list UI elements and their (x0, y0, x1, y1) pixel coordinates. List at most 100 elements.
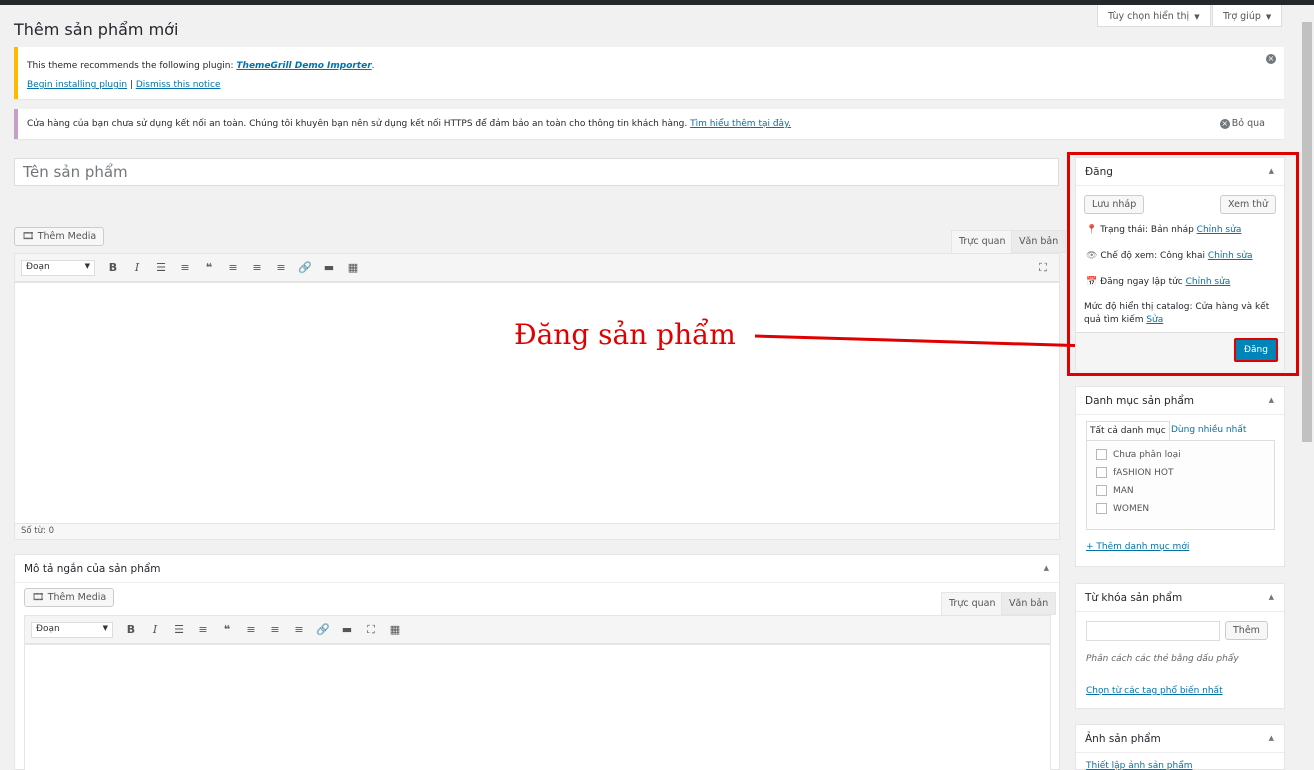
short-desc-toolbar: Đoạn ▼ B I ☰ ≡ ❝ ≡ ≡ ≡ 🔗 ▬ ⛶ ▦ (24, 615, 1051, 644)
tab-all-categories[interactable]: Tất cả danh mục (1086, 421, 1170, 440)
short-description-box: Mô tả ngắn của sản phẩm ▲ 🎞 Thêm Media Tr… (14, 554, 1060, 770)
set-product-image-link[interactable]: Thiết lập ảnh sản phẩm (1086, 761, 1192, 770)
bullet-list-icon[interactable]: ☰ (149, 261, 173, 274)
checkbox[interactable] (1096, 467, 1107, 478)
category-label: WOMEN (1113, 504, 1150, 514)
plugin-name-link[interactable]: ThemeGrill Demo Importer (236, 61, 371, 71)
caret-down-icon: ▼ (1265, 13, 1272, 21)
plugin-notice-message: This theme recommends the following plug… (27, 61, 237, 71)
https-notice-text: Cửa hàng của bạn chưa sử dụng kết nối an… (27, 119, 791, 129)
align-left-icon[interactable]: ≡ (221, 261, 245, 274)
short-description-header[interactable]: Mô tả ngắn của sản phẩm ▲ (15, 555, 1059, 583)
italic-icon[interactable]: I (125, 261, 149, 274)
format-select-value: Đoạn (36, 623, 60, 634)
blockquote-icon[interactable]: ❝ (197, 261, 221, 274)
close-icon[interactable]: × (1266, 54, 1276, 64)
category-item[interactable]: MAN (1096, 485, 1265, 503)
collapse-arrow-icon[interactable]: ▲ (1269, 734, 1274, 742)
add-tag-button[interactable]: Thêm (1225, 621, 1268, 640)
category-label: fASHION HOT (1113, 468, 1174, 478)
plugin-notice-actions: Begin installing plugin | Dismiss this n… (27, 80, 220, 90)
numbered-list-icon[interactable]: ≡ (173, 261, 197, 274)
skip-notice-button[interactable]: × Bỏ qua (1219, 118, 1265, 129)
product-title-input[interactable]: Tên sản phẩm (14, 158, 1059, 186)
italic-icon[interactable]: I (143, 623, 167, 636)
numbered-list-icon[interactable]: ≡ (191, 623, 215, 636)
tags-hint: Phân cách các thẻ bằng dấu phẩy (1086, 654, 1239, 664)
checkbox[interactable] (1096, 503, 1107, 514)
media-icon: 🎞 (22, 231, 35, 242)
add-category-link[interactable]: + Thêm danh mục mới (1086, 542, 1189, 552)
category-item[interactable]: fASHION HOT (1096, 467, 1265, 485)
tag-input[interactable] (1086, 621, 1220, 641)
https-notice: Cửa hàng của bạn chưa sử dụng kết nối an… (14, 109, 1284, 139)
format-select[interactable]: Đoạn ▼ (21, 259, 95, 276)
add-media-button-2[interactable]: 🎞 Thêm Media (24, 588, 115, 607)
align-center-icon[interactable]: ≡ (245, 261, 269, 274)
screen-options-tab[interactable]: Tùy chọn hiển thị ▼ (1097, 5, 1211, 27)
product-title-placeholder: Tên sản phẩm (23, 163, 128, 181)
separator: | (129, 80, 133, 90)
collapse-arrow-icon[interactable]: ▲ (1044, 564, 1049, 572)
link-icon[interactable]: 🔗 (293, 261, 317, 274)
align-center-icon[interactable]: ≡ (263, 623, 287, 636)
screen-options-label: Tùy chọn hiển thị (1108, 11, 1190, 22)
categories-box: Danh mục sản phẩm ▲ Tất cả danh mục Dùng … (1075, 386, 1285, 567)
read-more-icon[interactable]: ▬ (335, 623, 359, 636)
dismiss-notice-link[interactable]: Dismiss this notice (136, 80, 221, 90)
annotation-label: Đăng sản phẩm (514, 318, 736, 351)
category-label: Chưa phân loại (1113, 450, 1181, 460)
tags-title: Từ khóa sản phẩm (1085, 592, 1183, 604)
word-count: Số từ: 0 (14, 524, 1060, 540)
tab-visual-2[interactable]: Trực quan (941, 592, 1004, 615)
format-select-value: Đoạn (26, 261, 50, 272)
fullscreen-icon[interactable]: ⛶ (1031, 261, 1055, 275)
categories-header[interactable]: Danh mục sản phẩm ▲ (1076, 387, 1284, 415)
collapse-arrow-icon[interactable]: ▲ (1269, 593, 1274, 601)
add-media-label: Thêm Media (47, 592, 107, 603)
caret-down-icon: ▼ (1194, 13, 1200, 21)
align-left-icon[interactable]: ≡ (239, 623, 263, 636)
add-media-button[interactable]: 🎞 Thêm Media (14, 227, 105, 246)
product-image-box: Ảnh sản phẩm ▲ Thiết lập ảnh sản phẩm (1075, 724, 1285, 770)
link-icon[interactable]: 🔗 (311, 623, 335, 636)
media-icon: 🎞 (32, 592, 45, 603)
align-right-icon[interactable]: ≡ (287, 623, 311, 636)
categories-title: Danh mục sản phẩm (1085, 395, 1195, 407)
tab-text-2[interactable]: Văn bản (1001, 592, 1057, 615)
tab-popular-categories[interactable]: Dùng nhiều nhất (1171, 425, 1246, 435)
product-image-title: Ảnh sản phẩm (1085, 733, 1161, 745)
toolbar-toggle-icon[interactable]: ▦ (341, 261, 365, 274)
scrollbar-thumb[interactable] (1302, 22, 1312, 442)
fullscreen-icon[interactable]: ⛶ (359, 623, 383, 637)
product-image-header[interactable]: Ảnh sản phẩm ▲ (1076, 725, 1284, 753)
https-notice-message: Cửa hàng của bạn chưa sử dụng kết nối an… (27, 119, 691, 129)
format-select[interactable]: Đoạn ▼ (31, 621, 113, 638)
chevron-down-icon: ▼ (84, 261, 90, 270)
popular-tags-link[interactable]: Chọn từ các tag phổ biến nhất (1086, 686, 1223, 696)
bullet-list-icon[interactable]: ☰ (167, 623, 191, 636)
checkbox[interactable] (1096, 485, 1107, 496)
tab-visual[interactable]: Trực quan (951, 230, 1014, 253)
help-label: Trợ giúp (1223, 11, 1261, 22)
blockquote-icon[interactable]: ❝ (215, 623, 239, 636)
read-more-icon[interactable]: ▬ (317, 261, 341, 274)
checkbox[interactable] (1096, 449, 1107, 460)
toolbar-toggle-icon[interactable]: ▦ (383, 623, 407, 636)
plugin-notice-text: This theme recommends the following plug… (27, 61, 375, 71)
align-right-icon[interactable]: ≡ (269, 261, 293, 274)
help-tab[interactable]: Trợ giúp ▼ (1212, 5, 1283, 27)
category-item[interactable]: Chưa phân loại (1096, 449, 1265, 467)
add-media-label: Thêm Media (37, 231, 97, 242)
page-title: Thêm sản phẩm mới (14, 20, 179, 39)
bold-icon[interactable]: B (119, 623, 143, 636)
tab-text[interactable]: Văn bản (1011, 230, 1067, 253)
bold-icon[interactable]: B (101, 261, 125, 274)
tags-header[interactable]: Từ khóa sản phẩm ▲ (1076, 584, 1284, 612)
short-desc-content-area[interactable] (24, 644, 1051, 770)
chevron-down-icon: ▼ (102, 623, 108, 632)
category-item[interactable]: WOMEN (1096, 503, 1265, 521)
begin-installing-link[interactable]: Begin installing plugin (27, 80, 127, 90)
collapse-arrow-icon[interactable]: ▲ (1269, 396, 1274, 404)
learn-more-link[interactable]: Tìm hiểu thêm tại đây. (690, 119, 791, 129)
